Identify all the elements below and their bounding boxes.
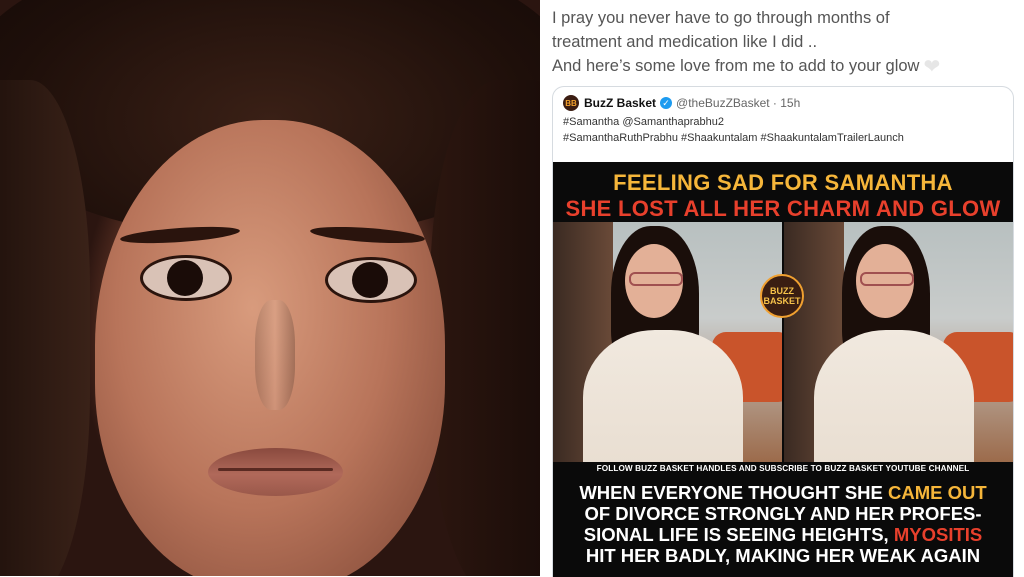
glasses	[629, 272, 683, 286]
avatar[interactable]: BB	[563, 95, 579, 111]
buzz-basket-logo: BUZZ BASKET	[760, 274, 804, 318]
person-body	[814, 330, 974, 462]
tweet-text: I pray you never have to go through mont…	[552, 6, 1012, 79]
left-iris	[167, 260, 203, 296]
bottom-text-f: HIT HER BADLY, MAKING HER WEAK AGAIN	[585, 545, 981, 566]
meme-image[interactable]: FEELING SAD FOR SAMANTHA SHE LOST ALL HE…	[553, 162, 1013, 577]
meme-bottom-text: WHEN EVERYONE THOUGHT SHE CAME OUT OF DI…	[553, 482, 1013, 566]
portrait-hair-right	[430, 80, 540, 576]
meme-headline-1: FEELING SAD FOR SAMANTHA	[613, 170, 953, 195]
bottom-text-e: MYOSITIS	[893, 524, 983, 545]
tweet-line-3: And here’s some love from me to add to y…	[552, 54, 1012, 79]
portrait-photo	[0, 0, 540, 576]
follow-banner: FOLLOW BUZZ BASKET HANDLES AND SUBSCRIBE…	[596, 464, 970, 473]
bottom-text-d: SIONAL LIFE IS SEEING HEIGHTS,	[583, 524, 894, 545]
left-eye	[140, 255, 232, 301]
heart-icon: ❤	[923, 56, 941, 78]
verified-icon: ✓	[660, 97, 673, 109]
tweet-line-2: treatment and medication like I did ..	[552, 33, 818, 51]
person-body	[583, 330, 743, 462]
account-name[interactable]: BuzZ Basket	[584, 96, 656, 110]
nose	[255, 300, 295, 410]
hashtags-line-1[interactable]: #Samantha @Samanthaprabhu2	[563, 114, 904, 130]
hashtags: #Samantha @Samanthaprabhu2 #SamanthaRuth…	[563, 114, 904, 146]
tweet-line-3-text: And here’s some love from me to add to y…	[552, 57, 920, 75]
bottom-text-b: CAME OUT	[888, 482, 987, 503]
quoted-tweet-card[interactable]: BB BuzZ Basket ✓ @theBuzZBasket · 15h #S…	[552, 86, 1014, 577]
account-handle[interactable]: @theBuzZBasket · 15h	[676, 96, 800, 110]
right-iris	[352, 262, 388, 298]
quoted-tweet-header: BB BuzZ Basket ✓ @theBuzZBasket · 15h	[563, 95, 800, 111]
meme-photo-left	[553, 222, 782, 462]
lips	[208, 448, 343, 496]
meme-headline: FEELING SAD FOR SAMANTHA SHE LOST ALL HE…	[553, 170, 1013, 222]
right-eye	[325, 257, 417, 303]
meme-headline-2: SHE LOST ALL HER CHARM AND GLOW	[565, 196, 1001, 221]
glasses	[860, 272, 914, 286]
bottom-text-a: WHEN EVERYONE THOUGHT SHE	[579, 482, 889, 503]
bottom-text-c: OF DIVORCE STRONGLY AND HER PROFES-	[584, 503, 982, 524]
hashtags-line-2[interactable]: #SamanthaRuthPrabhu #Shaakuntalam #Shaak…	[563, 130, 904, 146]
meme-photo-right	[784, 222, 1013, 462]
tweet-line-1: I pray you never have to go through mont…	[552, 9, 890, 27]
